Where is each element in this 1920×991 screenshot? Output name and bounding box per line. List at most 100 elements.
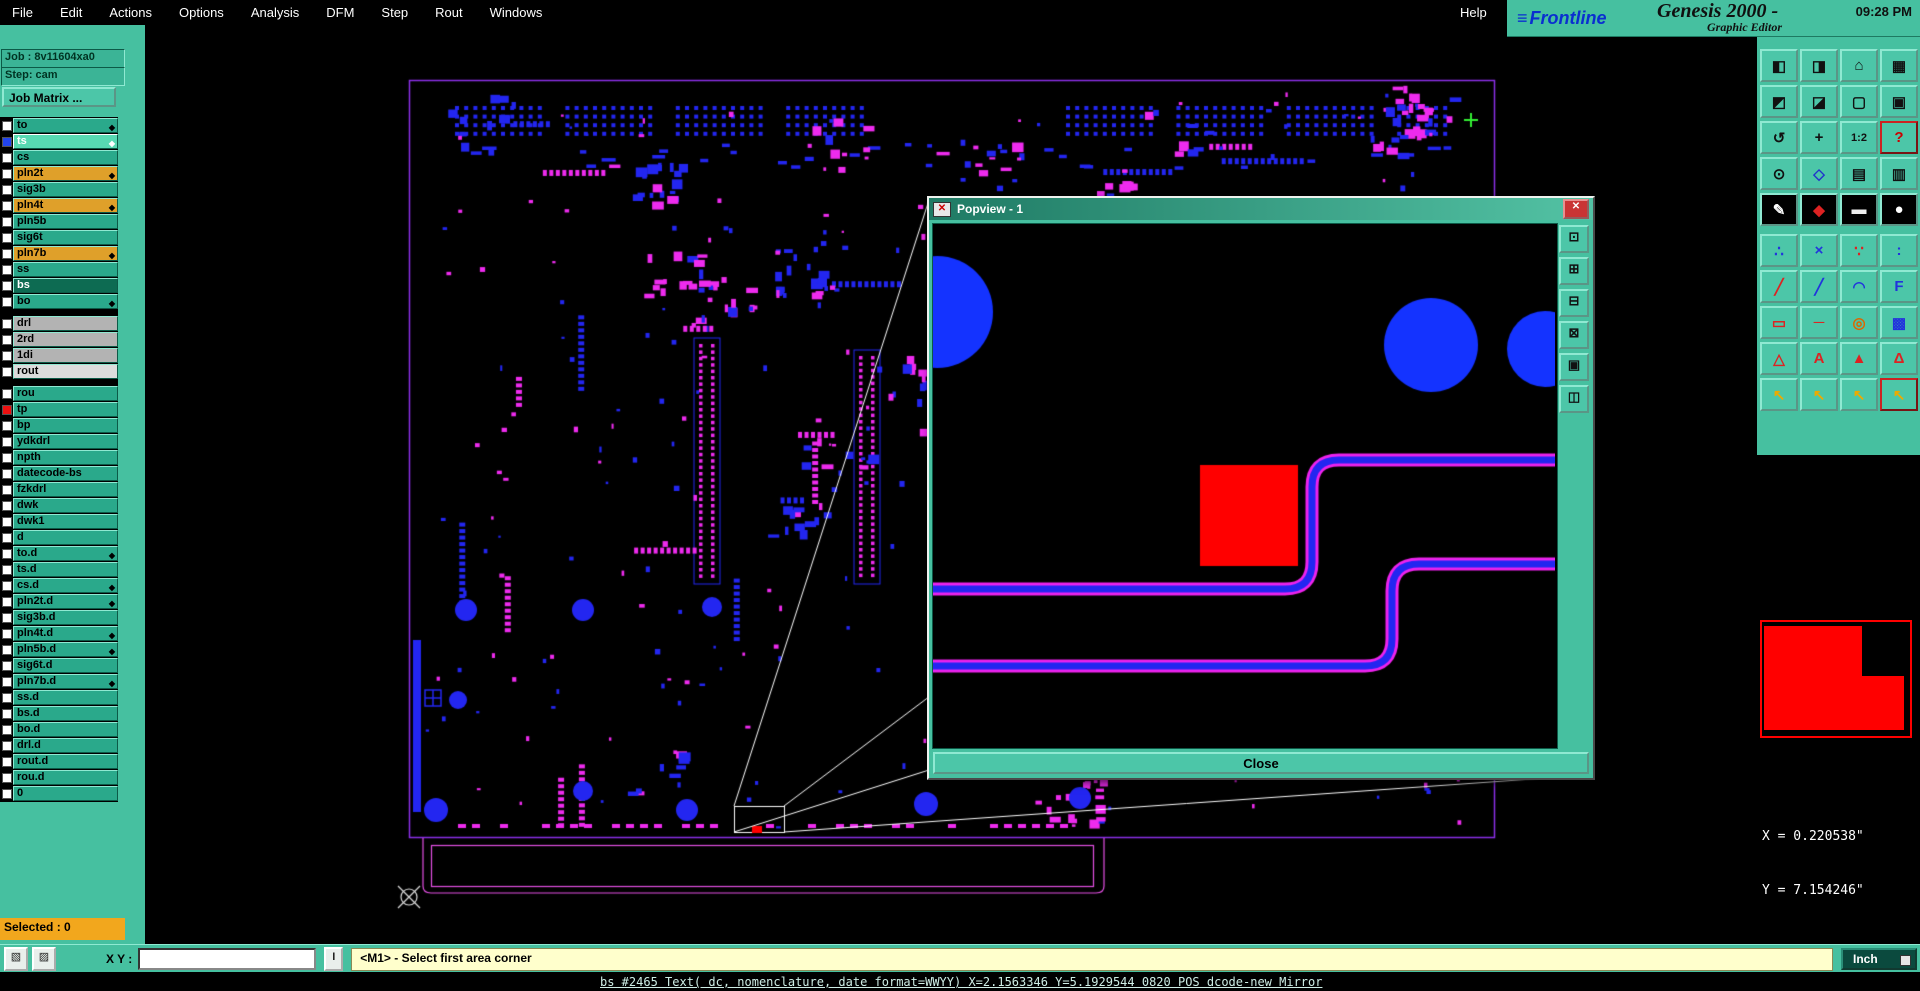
cursor-select-2-icon[interactable]: ↖ (1800, 378, 1838, 411)
menu-file[interactable]: File (12, 5, 33, 20)
layer-name[interactable]: dwk (13, 498, 118, 513)
layer-name[interactable]: rout.d (13, 754, 118, 769)
layer-row-bo.d[interactable]: bo.d (0, 722, 118, 737)
layer-visibility-checkbox[interactable] (0, 722, 13, 737)
zoom-window-icon[interactable]: ⊡ (1559, 225, 1589, 253)
layer-row-pln2t.d[interactable]: pln2t.d ◆ (0, 594, 118, 609)
layer-row-pln5b.d[interactable]: pln5b.d ◆ (0, 642, 118, 657)
layer-row-rout.d[interactable]: rout.d (0, 754, 118, 769)
layer-visibility-checkbox[interactable] (0, 198, 13, 213)
grid-blue-icon[interactable]: ▩ (1880, 306, 1918, 339)
layer-visibility-checkbox[interactable] (0, 364, 13, 379)
job-matrix-button[interactable]: Job Matrix ... (2, 87, 116, 107)
layer-name[interactable]: ydkdrl (13, 434, 118, 449)
cursor-select-3-icon[interactable]: ↖ (1840, 378, 1878, 411)
layer-row-pln5b[interactable]: pln5b (0, 214, 118, 229)
layer-name[interactable]: d (13, 530, 118, 545)
dot-pair-icon[interactable]: : (1880, 234, 1918, 267)
menu-help[interactable]: Help (1460, 5, 1487, 20)
layer-visibility-checkbox[interactable] (0, 546, 13, 561)
dot-tool-icon[interactable]: ● (1880, 193, 1918, 226)
layer-row-0[interactable]: 0 (0, 786, 118, 801)
layer-visibility-checkbox[interactable] (0, 348, 13, 363)
layer-name[interactable]: tp (13, 402, 118, 417)
layer-visibility-checkbox[interactable] (0, 738, 13, 753)
layer-name[interactable]: fzkdrl (13, 482, 118, 497)
popview-canvas[interactable] (933, 224, 1555, 744)
layer-visibility-checkbox[interactable] (0, 386, 13, 401)
rows-table-icon[interactable]: ▥ (1880, 157, 1918, 190)
layer-visibility-checkbox[interactable] (0, 786, 13, 801)
layer-row-pln4t[interactable]: pln4t ◆ (0, 198, 118, 213)
layer-name[interactable]: sig3b.d (13, 610, 118, 625)
xy-input[interactable] (138, 948, 317, 970)
layer-name[interactable]: bo.d (13, 722, 118, 737)
layer-row-npth[interactable]: npth (0, 450, 118, 465)
layer-name[interactable]: sig6t (13, 230, 118, 245)
layer-name[interactable]: pln7b.d ◆ (13, 674, 118, 689)
layer-name[interactable]: pln2t ◆ (13, 166, 118, 181)
layer-name[interactable]: rou.d (13, 770, 118, 785)
window-corner-2-icon[interactable]: ◪ (1800, 85, 1838, 118)
layer-name[interactable]: drl.d (13, 738, 118, 753)
rect-red-icon[interactable]: ▭ (1760, 306, 1798, 339)
menu-actions[interactable]: Actions (109, 5, 152, 20)
popview-titlebar[interactable]: ✕ Popview - 1 ✕ (929, 198, 1593, 220)
layer-visibility-checkbox[interactable] (0, 626, 13, 641)
dash-red-icon[interactable]: ─ (1800, 306, 1838, 339)
empty-frame-icon[interactable]: ▢ (1840, 85, 1878, 118)
menu-edit[interactable]: Edit (60, 5, 82, 20)
popview-viewport[interactable] (932, 223, 1558, 749)
line-red-icon[interactable]: ╱ (1760, 270, 1798, 303)
layer-name[interactable]: ts ◆ (13, 134, 118, 149)
layer-row-ss.d[interactable]: ss.d (0, 690, 118, 705)
layer-row-tp[interactable]: tp (0, 402, 118, 417)
layer-name[interactable]: to ◆ (13, 118, 118, 133)
layer-name[interactable]: 2rd (13, 332, 118, 347)
layer-name[interactable]: rou (13, 386, 118, 401)
layer-visibility-checkbox[interactable] (0, 530, 13, 545)
layer-row-bo[interactable]: bo ◆ (0, 294, 118, 309)
layer-row-pln4t.d[interactable]: pln4t.d ◆ (0, 626, 118, 641)
layer-visibility-checkbox[interactable] (0, 316, 13, 331)
net-points-icon[interactable]: ∴ (1760, 234, 1798, 267)
layer-row-rout[interactable]: rout (0, 364, 118, 379)
layer-visibility-checkbox[interactable] (0, 754, 13, 769)
net-delete-icon[interactable]: × (1800, 234, 1838, 267)
layer-visibility-checkbox[interactable] (0, 214, 13, 229)
layer-row-to.d[interactable]: to.d ◆ (0, 546, 118, 561)
menu-dfm[interactable]: DFM (326, 5, 354, 20)
layer-visibility-checkbox[interactable] (0, 562, 13, 577)
units-button[interactable]: Inch (1841, 948, 1917, 970)
layer-row-sig6t[interactable]: sig6t (0, 230, 118, 245)
layer-row-pln7b.d[interactable]: pln7b.d ◆ (0, 674, 118, 689)
layer-name[interactable]: bo ◆ (13, 294, 118, 309)
layer-name[interactable]: pln5b.d ◆ (13, 642, 118, 657)
layer-name[interactable]: 1di (13, 348, 118, 363)
cursor-grid-icon[interactable]: ↖ (1880, 378, 1918, 411)
layer-name[interactable]: dwk1 (13, 514, 118, 529)
grid-view-icon[interactable]: ▦ (1880, 49, 1918, 82)
layer-name[interactable]: to.d ◆ (13, 546, 118, 561)
layer-name[interactable]: pln4t ◆ (13, 198, 118, 213)
menu-windows[interactable]: Windows (490, 5, 543, 20)
window-half-right-icon[interactable]: ◨ (1800, 49, 1838, 82)
layer-visibility-checkbox[interactable] (0, 466, 13, 481)
layer-row-sig3b.d[interactable]: sig3b.d (0, 610, 118, 625)
layer-name[interactable]: ss.d (13, 690, 118, 705)
layer-row-dwk[interactable]: dwk (0, 498, 118, 513)
layer-visibility-checkbox[interactable] (0, 118, 13, 133)
corner-tool-1-icon[interactable]: ▧ (4, 947, 28, 971)
pan-view-icon[interactable]: + (1800, 121, 1838, 154)
layer-visibility-checkbox[interactable] (0, 246, 13, 261)
window-corner-icon[interactable]: ◩ (1760, 85, 1798, 118)
fit-view-icon[interactable]: ▣ (1559, 353, 1589, 381)
clock-tool-icon[interactable]: ⊙ (1760, 157, 1798, 190)
layer-row-bs.d[interactable]: bs.d (0, 706, 118, 721)
layer-row-2rd[interactable]: 2rd (0, 332, 118, 347)
layer-name[interactable]: drl (13, 316, 118, 331)
triangle-outline-icon[interactable]: △ (1760, 342, 1798, 375)
layer-visibility-checkbox[interactable] (0, 332, 13, 347)
layer-row-sig6t.d[interactable]: sig6t.d (0, 658, 118, 673)
layer-visibility-checkbox[interactable] (0, 150, 13, 165)
